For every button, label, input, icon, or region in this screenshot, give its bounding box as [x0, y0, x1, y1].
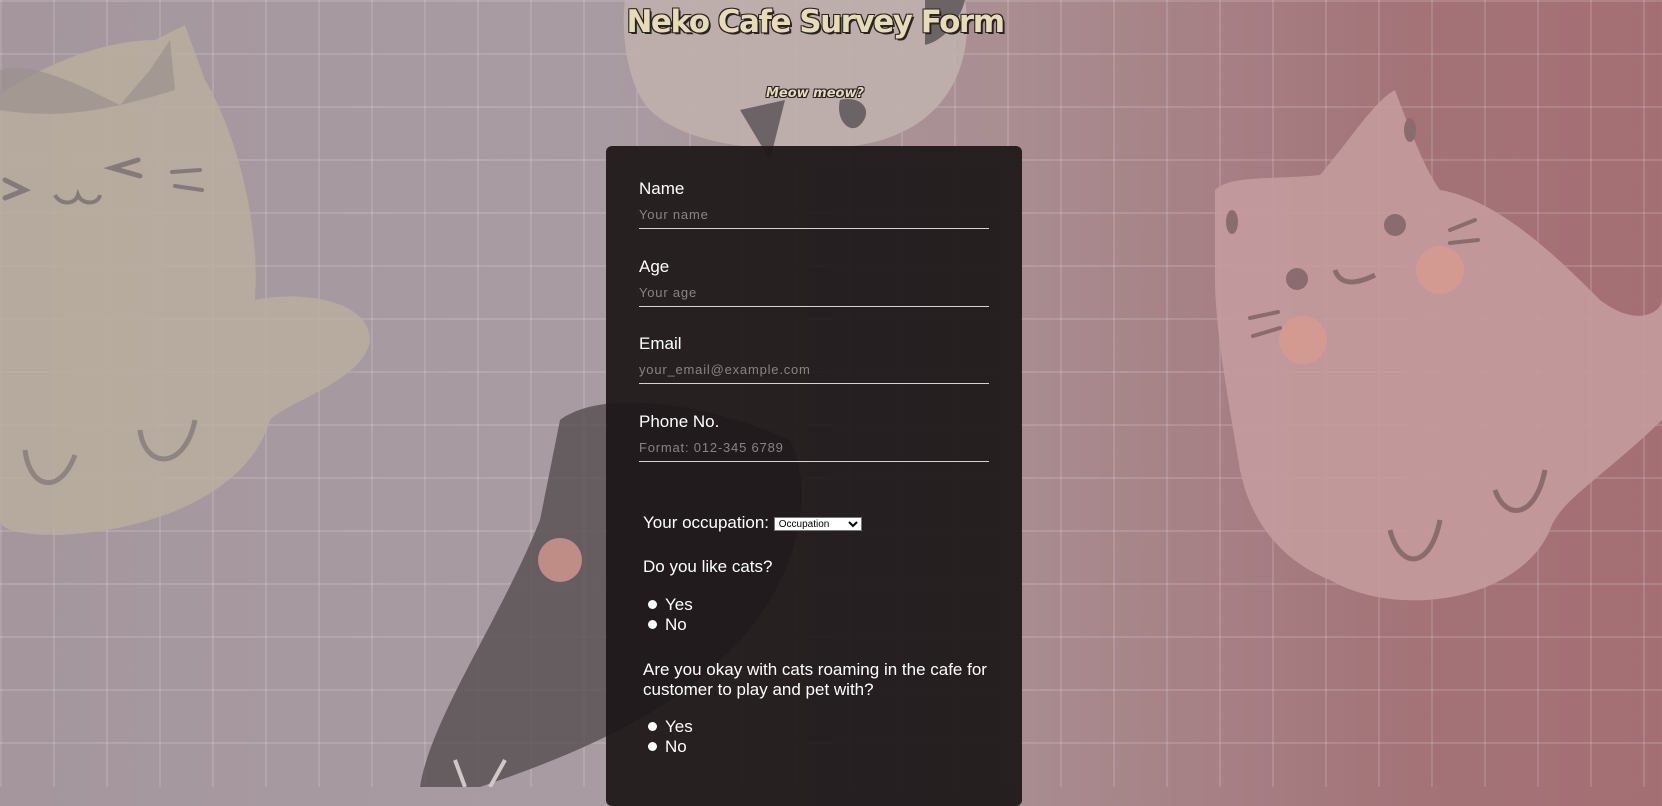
like-cats-option-no[interactable]: No: [648, 615, 687, 635]
radio-label: Yes: [665, 595, 693, 614]
question-like-cats: Do you like cats?: [643, 557, 773, 576]
occupation-select[interactable]: Occupation: [773, 516, 862, 531]
name-input[interactable]: [639, 205, 989, 229]
occupation-field-group: Your occupation: Occupation: [643, 513, 862, 533]
phone-input[interactable]: [639, 438, 989, 462]
occupation-label: Your occupation:: [643, 513, 770, 532]
radio-label: No: [665, 737, 687, 756]
age-field-group: Age: [639, 257, 989, 307]
radio-label: Yes: [665, 717, 693, 736]
page-subtitle: Meow meow?: [765, 86, 865, 101]
name-label: Name: [639, 179, 685, 198]
phone-field-group: Phone No.: [639, 412, 989, 462]
name-field-group: Name: [639, 179, 989, 229]
survey-form: Name Age Email Phone No. Your occupation…: [606, 146, 1022, 806]
radio-button-icon[interactable]: [648, 600, 657, 609]
email-field-group: Email: [639, 334, 989, 384]
question-roaming-cats: Are you okay with cats roaming in the ca…: [643, 660, 987, 699]
age-input[interactable]: [639, 283, 989, 307]
roaming-option-yes[interactable]: Yes: [648, 717, 693, 737]
email-label: Email: [639, 334, 682, 353]
cream-cat-illustration: [0, 25, 370, 535]
radio-button-icon[interactable]: [648, 742, 657, 751]
radio-label: No: [665, 615, 687, 634]
age-label: Age: [639, 257, 670, 276]
page-title: Neko Cafe Survey Form: [626, 4, 1005, 40]
roaming-option-no[interactable]: No: [648, 737, 687, 757]
pink-cat-illustration: [1215, 90, 1662, 601]
phone-label: Phone No.: [639, 412, 720, 431]
radio-button-icon[interactable]: [648, 620, 657, 629]
email-input[interactable]: [639, 360, 989, 384]
like-cats-option-yes[interactable]: Yes: [648, 595, 693, 615]
radio-button-icon[interactable]: [648, 722, 657, 731]
